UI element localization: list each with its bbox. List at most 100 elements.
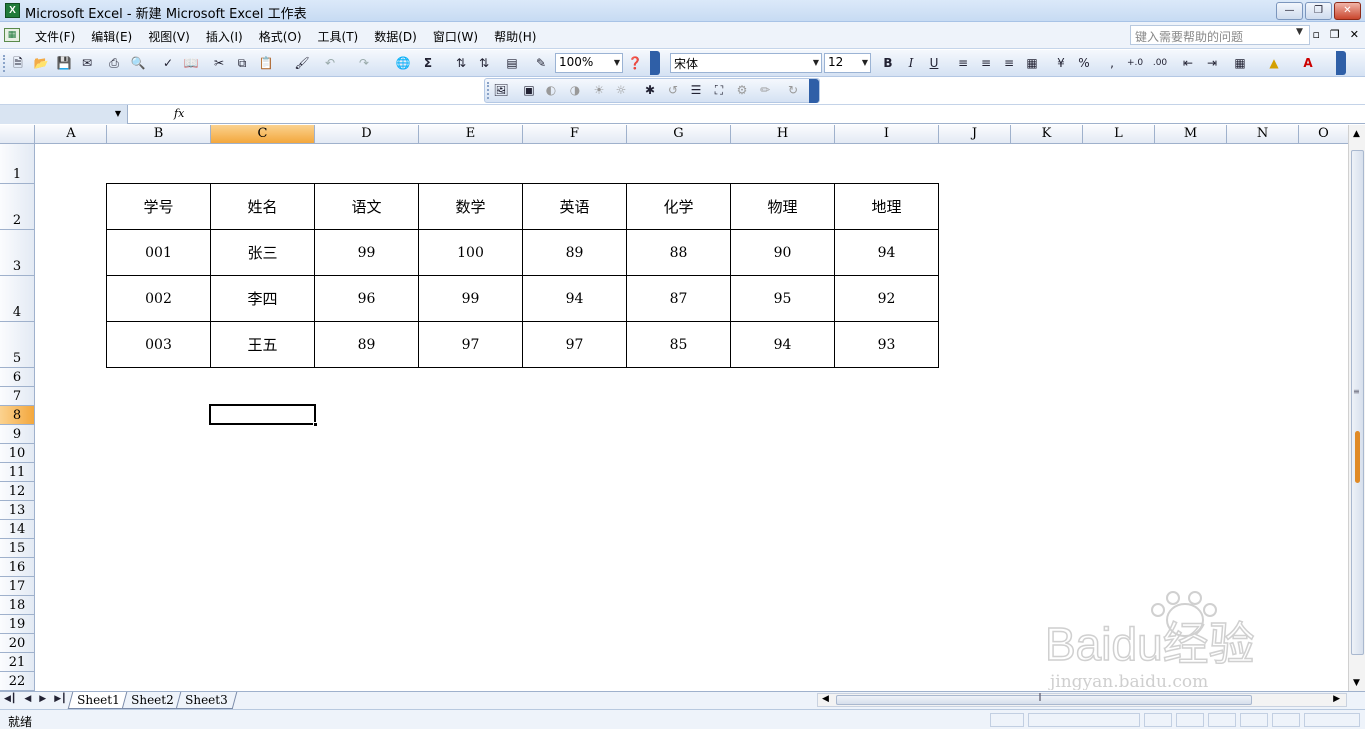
tab-sheet1[interactable]: Sheet1 xyxy=(67,692,129,709)
header-cell[interactable]: 学号 xyxy=(106,183,211,230)
table-cell[interactable]: 001 xyxy=(106,229,211,276)
borders-icon[interactable]: ▦ xyxy=(1232,55,1248,71)
column-header-a[interactable]: A xyxy=(36,125,107,143)
vertical-scrollbar[interactable]: ▲ ≡ ▼ xyxy=(1348,125,1365,691)
header-cell[interactable]: 数学 xyxy=(418,183,523,230)
menu-item-1[interactable]: 编辑(E) xyxy=(91,28,140,45)
table-cell[interactable]: 95 xyxy=(730,275,835,322)
decrease-decimal-icon[interactable]: .00 xyxy=(1152,55,1168,71)
vertical-scroll-thumb[interactable] xyxy=(1351,150,1364,655)
table-cell[interactable]: 94 xyxy=(730,321,835,368)
menu-item-7[interactable]: 窗口(W) xyxy=(433,28,486,45)
less-contrast-icon[interactable]: ◑ xyxy=(567,82,583,98)
paste-icon[interactable]: 📋 xyxy=(258,55,274,71)
percent-button[interactable]: % xyxy=(1076,55,1092,71)
close-button[interactable]: ✕ xyxy=(1334,2,1361,20)
spelling-icon[interactable]: ✓ xyxy=(160,55,176,71)
chart-wizard-icon[interactable]: ▤ xyxy=(504,55,520,71)
rotate-icon[interactable]: ↺ xyxy=(665,82,681,98)
table-cell[interactable]: 王五 xyxy=(210,321,315,368)
column-header-b[interactable]: B xyxy=(107,125,211,143)
toolbar-options-icon[interactable] xyxy=(1336,51,1346,75)
scroll-left-icon[interactable]: ◀ xyxy=(822,694,829,704)
increase-decimal-icon[interactable]: +.0 xyxy=(1127,55,1143,71)
header-cell[interactable]: 姓名 xyxy=(210,183,315,230)
align-center-icon[interactable]: ≡ xyxy=(978,55,994,71)
set-transparent-icon[interactable]: ✏ xyxy=(757,82,773,98)
name-box[interactable]: ▼ xyxy=(0,105,128,124)
font-color-icon[interactable]: A xyxy=(1300,55,1316,71)
row-header-19[interactable]: 19 xyxy=(0,615,35,634)
copy-icon[interactable]: ⧉ xyxy=(234,55,250,71)
workbook-icon[interactable]: ▦ xyxy=(4,28,20,42)
row-header-17[interactable]: 17 xyxy=(0,577,35,596)
header-cell[interactable]: 化学 xyxy=(626,183,731,230)
header-cell[interactable]: 英语 xyxy=(522,183,627,230)
align-right-icon[interactable]: ≡ xyxy=(1001,55,1017,71)
redo-icon[interactable]: ↷ xyxy=(356,55,372,71)
table-cell[interactable]: 87 xyxy=(626,275,731,322)
table-cell[interactable]: 93 xyxy=(834,321,939,368)
format-painter-icon[interactable]: 🖌 xyxy=(294,55,310,71)
row-header-13[interactable]: 13 xyxy=(0,501,35,520)
hyperlink-icon[interactable]: 🌐 xyxy=(395,55,411,71)
help-search-input[interactable]: 键入需要帮助的问题 xyxy=(1130,25,1310,45)
last-sheet-icon[interactable]: ▶┃ xyxy=(54,694,66,704)
print-preview-icon[interactable]: 🔍 xyxy=(130,55,146,71)
row-header-1[interactable]: 1 xyxy=(0,144,35,184)
column-header-i[interactable]: I xyxy=(835,125,939,143)
workbook-minimize-icon[interactable]: ▫ xyxy=(1312,28,1319,41)
row-header-12[interactable]: 12 xyxy=(0,482,35,501)
zoom-select[interactable]: 100% ▼ xyxy=(555,53,623,73)
color-icon[interactable]: ▣ xyxy=(521,82,537,98)
row-header-4[interactable]: 4 xyxy=(0,276,35,322)
table-cell[interactable]: 88 xyxy=(626,229,731,276)
column-header-e[interactable]: E xyxy=(419,125,523,143)
column-header-k[interactable]: K xyxy=(1011,125,1083,143)
fill-color-icon[interactable]: ▲ xyxy=(1266,55,1282,71)
table-cell[interactable]: 003 xyxy=(106,321,211,368)
menu-item-5[interactable]: 工具(T) xyxy=(318,28,367,45)
select-all-button[interactable] xyxy=(0,125,35,143)
table-cell[interactable]: 100 xyxy=(418,229,523,276)
row-header-7[interactable]: 7 xyxy=(0,387,35,406)
column-header-j[interactable]: J xyxy=(939,125,1011,143)
menu-item-4[interactable]: 格式(O) xyxy=(259,28,310,45)
insert-function-icon[interactable]: fx xyxy=(174,107,184,120)
open-icon[interactable]: 📂 xyxy=(33,55,49,71)
row-header-21[interactable]: 21 xyxy=(0,653,35,672)
header-cell[interactable]: 物理 xyxy=(730,183,835,230)
menu-item-8[interactable]: 帮助(H) xyxy=(494,28,544,45)
table-cell[interactable]: 99 xyxy=(314,229,419,276)
column-header-f[interactable]: F xyxy=(523,125,627,143)
increase-indent-icon[interactable]: ⇥ xyxy=(1204,55,1220,71)
table-cell[interactable]: 94 xyxy=(522,275,627,322)
currency-icon[interactable]: ¥ xyxy=(1053,55,1069,71)
table-cell[interactable]: 96 xyxy=(314,275,419,322)
workbook-restore-icon[interactable]: ❐ xyxy=(1330,28,1340,41)
next-sheet-icon[interactable]: ▶ xyxy=(39,694,46,704)
scroll-right-icon[interactable]: ▶ xyxy=(1333,694,1340,704)
column-header-c[interactable]: C xyxy=(211,125,315,143)
minimize-button[interactable]: — xyxy=(1276,2,1303,20)
column-header-g[interactable]: G xyxy=(627,125,731,143)
print-icon[interactable]: ⎙ xyxy=(106,55,122,71)
help-dropdown-icon[interactable]: ▼ xyxy=(1296,27,1303,37)
toolbar-grip[interactable] xyxy=(487,82,490,99)
header-cell[interactable]: 语文 xyxy=(314,183,419,230)
align-left-icon[interactable]: ≡ xyxy=(955,55,971,71)
bold-button[interactable]: B xyxy=(880,55,896,71)
horizontal-scroll-thumb[interactable] xyxy=(836,695,1252,705)
menu-item-6[interactable]: 数据(D) xyxy=(374,28,425,45)
table-cell[interactable]: 89 xyxy=(522,229,627,276)
fill-handle[interactable] xyxy=(313,422,318,427)
less-brightness-icon[interactable]: ☼ xyxy=(613,82,629,98)
format-picture-icon[interactable]: ⚙ xyxy=(734,82,750,98)
reset-picture-icon[interactable]: ↻ xyxy=(785,82,801,98)
row-header-10[interactable]: 10 xyxy=(0,444,35,463)
row-header-9[interactable]: 9 xyxy=(0,425,35,444)
horizontal-scrollbar[interactable]: ◀ ‖ ▶ xyxy=(817,692,1347,707)
row-header-5[interactable]: 5 xyxy=(0,322,35,368)
table-cell[interactable]: 94 xyxy=(834,229,939,276)
table-cell[interactable]: 97 xyxy=(522,321,627,368)
